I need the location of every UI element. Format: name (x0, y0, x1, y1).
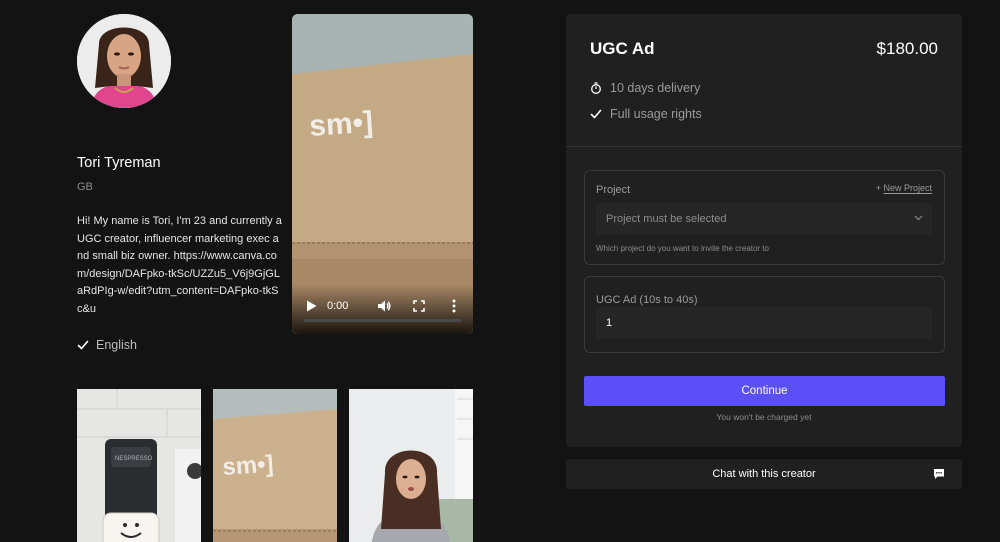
creator-bio: Hi! My name is Tori, I'm 23 and currentl… (77, 215, 282, 315)
project-label: Project (596, 184, 631, 196)
language-label: English (96, 338, 137, 352)
new-project-link-text: New Project (883, 183, 932, 193)
new-project-plus: + (875, 183, 881, 193)
feature-delivery: 10 days delivery (590, 81, 700, 95)
svg-text:sm•]: sm•] (308, 106, 374, 143)
chevron-down-icon (914, 215, 923, 221)
chat-with-creator-button[interactable]: Chat with this creator (566, 459, 962, 489)
stopwatch-icon (591, 82, 601, 94)
project-field-group: Project + New Project Project must be se… (584, 170, 945, 265)
video-time: 0:00 (327, 300, 349, 312)
order-card: UGC Ad $180.00 10 days delivery Full usa… (566, 14, 962, 447)
check-icon (77, 340, 89, 350)
volume-icon[interactable] (377, 299, 391, 313)
project-select[interactable]: Project must be selected (596, 203, 932, 235)
video-controls: 0:00 (292, 284, 473, 334)
video-player[interactable]: sm•] 0:00 (292, 14, 473, 334)
creator-country: GB (77, 181, 93, 193)
chat-button-label: Chat with this creator (712, 468, 816, 480)
svg-text:sm•]: sm•] (222, 450, 275, 480)
video-progress-bar[interactable] (304, 319, 461, 322)
chat-bubble-icon (934, 469, 944, 479)
project-help-text: Which project do you want to invite the … (596, 244, 769, 253)
language-item: English (77, 338, 137, 352)
new-project-link[interactable]: + New Project (876, 183, 932, 193)
quantity-label: UGC Ad (10s to 40s) (596, 294, 698, 306)
feature-delivery-text: 10 days delivery (610, 81, 701, 95)
more-options-icon[interactable] (450, 299, 458, 313)
fullscreen-icon[interactable] (413, 300, 425, 312)
project-select-placeholder: Project must be selected (606, 213, 727, 225)
portfolio-thumbnail[interactable]: sm•] (213, 389, 337, 542)
svg-text:NESPRESSO: NESPRESSO (115, 456, 153, 462)
charge-note: You won't be charged yet (716, 412, 812, 422)
package-price: $180.00 (876, 39, 938, 58)
portfolio-thumbnail[interactable]: NESPRESSO (77, 389, 201, 542)
card-divider (566, 146, 962, 147)
continue-button[interactable]: Continue (584, 376, 945, 406)
portfolio-thumbnail[interactable] (349, 389, 473, 542)
check-icon (590, 109, 602, 119)
package-title: UGC Ad (590, 39, 655, 58)
play-icon[interactable] (306, 300, 317, 312)
feature-usage-rights-text: Full usage rights (610, 107, 702, 121)
creator-name: Tori Tyreman (77, 155, 161, 171)
feature-usage-rights: Full usage rights (590, 107, 702, 121)
quantity-input[interactable] (596, 307, 932, 339)
creator-avatar (77, 14, 171, 108)
quantity-field-group: UGC Ad (10s to 40s) (584, 276, 945, 353)
